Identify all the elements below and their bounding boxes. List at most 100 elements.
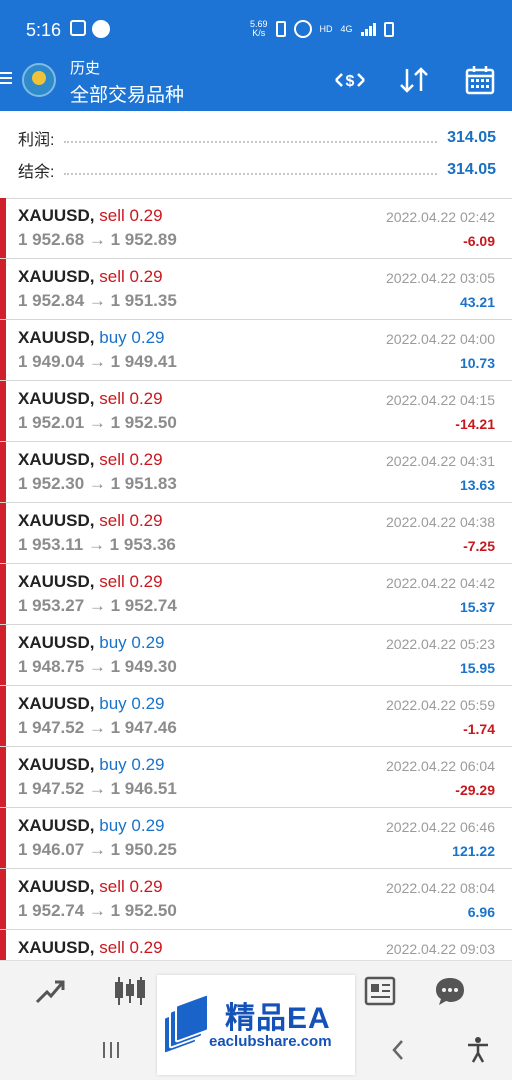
divider <box>64 173 438 175</box>
sell-indicator <box>0 198 6 258</box>
deal-symbol: XAUUSD, <box>18 877 95 896</box>
deal-side: sell <box>99 938 125 957</box>
deal-profit: 6.96 <box>467 904 495 920</box>
deal-prices: 1 952.30 → 1 951.83 <box>18 474 177 493</box>
deal-row[interactable]: XAUUSD, buy 0.29 1 947.52 → 1 947.46 202… <box>0 686 512 747</box>
sell-indicator <box>0 381 6 441</box>
deal-symbol: XAUUSD, <box>18 328 95 347</box>
deal-time: 2022.04.22 04:31 <box>386 453 495 469</box>
deal-side: sell <box>99 389 125 408</box>
sell-indicator <box>0 259 6 319</box>
deal-profit: 15.37 <box>459 599 495 615</box>
deal-time: 2022.04.22 09:03 <box>386 941 495 957</box>
deal-time: 2022.04.22 04:38 <box>386 514 495 530</box>
deal-volume: 0.29 <box>129 511 163 530</box>
deal-symbol: XAUUSD, <box>18 755 95 774</box>
gallery-icon <box>70 20 86 36</box>
deal-row[interactable]: XAUUSD, sell 0.29 1 952.01 → 1 952.50 20… <box>0 381 512 442</box>
divider <box>64 141 438 143</box>
balance-value: 314.05 <box>447 161 496 178</box>
deal-profit: 15.95 <box>459 660 495 676</box>
trade-icon[interactable] <box>32 973 68 1009</box>
signal-icon <box>360 22 376 36</box>
deal-row[interactable]: XAUUSD, buy 0.29 1 946.07 → 1 950.25 202… <box>0 808 512 869</box>
deal-side: buy <box>99 694 127 713</box>
symbol-filter[interactable]: 全部交易品种 <box>70 80 184 107</box>
deal-side: buy <box>99 755 127 774</box>
deal-time: 2022.04.22 02:42 <box>386 209 495 225</box>
deal-symbol: XAUUSD, <box>18 938 95 957</box>
deal-prices: 1 952.74 → 1 952.50 <box>18 901 177 920</box>
news-icon[interactable] <box>362 973 398 1009</box>
deal-row[interactable]: XAUUSD, sell 0.29 1 952.68 → 1 952.89 20… <box>0 198 512 259</box>
page-title: 历史 <box>70 60 101 77</box>
deal-profit: -29.29 <box>455 782 495 798</box>
sort-icon[interactable] <box>394 62 434 98</box>
app-logo[interactable] <box>22 63 56 97</box>
deal-side: buy <box>99 328 127 347</box>
deal-row[interactable]: XAUUSD, buy 0.29 1 949.04 → 1 949.41 202… <box>0 320 512 381</box>
deal-prices: 1 952.68 → 1 952.89 <box>18 230 177 249</box>
deal-symbol: XAUUSD, <box>18 816 95 835</box>
deal-row[interactable]: XAUUSD, sell 0.29 2022.04.22 09:03 <box>0 930 512 960</box>
deal-indicator <box>0 625 6 685</box>
deal-prices: 1 953.11 → 1 953.36 <box>18 535 176 554</box>
deal-prices: 1 946.07 → 1 950.25 <box>18 840 177 859</box>
deposit-withdraw-icon[interactable]: $ <box>330 62 370 98</box>
deal-profit: 10.73 <box>459 355 495 371</box>
deal-indicator <box>0 686 6 746</box>
deal-indicator <box>0 808 6 868</box>
profit-value: 314.05 <box>447 129 496 146</box>
alarm-icon <box>293 20 312 38</box>
summary-panel: 利润: 314.05 结余: 314.05 <box>0 111 512 199</box>
deal-symbol: XAUUSD, <box>18 694 95 713</box>
calendar-icon[interactable] <box>460 62 500 98</box>
recent-apps-icon[interactable] <box>93 1032 129 1068</box>
deal-row[interactable]: XAUUSD, sell 0.29 1 953.11 → 1 953.36 20… <box>0 503 512 564</box>
deal-row[interactable]: XAUUSD, sell 0.29 1 952.30 → 1 951.83 20… <box>0 442 512 503</box>
deal-row[interactable]: XAUUSD, sell 0.29 1 952.84 → 1 951.35 20… <box>0 259 512 320</box>
deal-row[interactable]: XAUUSD, sell 0.29 1 952.74 → 1 952.50 20… <box>0 869 512 930</box>
deal-prices: 1 949.04 → 1 949.41 <box>18 352 177 371</box>
network-speed: 5.69 K/s <box>250 19 268 38</box>
deal-prices: 1 947.52 → 1 947.46 <box>18 718 177 737</box>
accessibility-icon[interactable] <box>460 1032 496 1068</box>
deal-prices: 1 948.75 → 1 949.30 <box>18 657 177 676</box>
deal-time: 2022.04.22 04:42 <box>386 575 495 591</box>
deal-time: 2022.04.22 08:04 <box>386 880 495 896</box>
deal-profit: 121.22 <box>452 843 495 859</box>
share-icon <box>92 20 110 38</box>
watermark-url: eaclubshare.com <box>209 1033 332 1050</box>
status-notification-icons <box>70 20 110 38</box>
deal-row[interactable]: XAUUSD, buy 0.29 1 948.75 → 1 949.30 202… <box>0 625 512 686</box>
deal-symbol: XAUUSD, <box>18 206 95 225</box>
sell-indicator <box>0 869 6 929</box>
deal-row[interactable]: XAUUSD, buy 0.29 1 947.52 → 1 946.51 202… <box>0 747 512 808</box>
deal-time: 2022.04.22 03:05 <box>386 270 495 286</box>
chart-icon[interactable] <box>112 973 148 1009</box>
deal-symbol: XAUUSD, <box>18 267 95 286</box>
deal-volume: 0.29 <box>129 389 163 408</box>
deal-volume: 0.29 <box>129 877 163 896</box>
deal-volume: 0.29 <box>129 267 163 286</box>
deal-side: sell <box>99 450 125 469</box>
app-bar: 历史 全部交易品种 $ <box>0 50 512 111</box>
deal-time: 2022.04.22 06:04 <box>386 758 495 774</box>
deal-symbol: XAUUSD, <box>18 633 95 652</box>
deal-volume: 0.29 <box>131 816 165 835</box>
watermark-logo: 精品EA eaclubshare.com <box>157 975 355 1075</box>
deal-profit: 13.63 <box>459 477 495 493</box>
deal-symbol: XAUUSD, <box>18 511 95 530</box>
deal-indicator <box>0 320 6 380</box>
deal-side: buy <box>99 816 127 835</box>
menu-icon[interactable] <box>0 69 12 89</box>
sell-indicator <box>0 930 6 960</box>
back-icon[interactable] <box>380 1032 416 1068</box>
network-label: 4G <box>340 24 353 34</box>
deal-side: sell <box>99 267 125 286</box>
deal-volume: 0.29 <box>129 572 163 591</box>
deal-time: 2022.04.22 05:23 <box>386 636 495 652</box>
chat-icon[interactable] <box>432 973 468 1009</box>
deal-row[interactable]: XAUUSD, sell 0.29 1 953.27 → 1 952.74 20… <box>0 564 512 625</box>
deal-volume: 0.29 <box>129 450 163 469</box>
